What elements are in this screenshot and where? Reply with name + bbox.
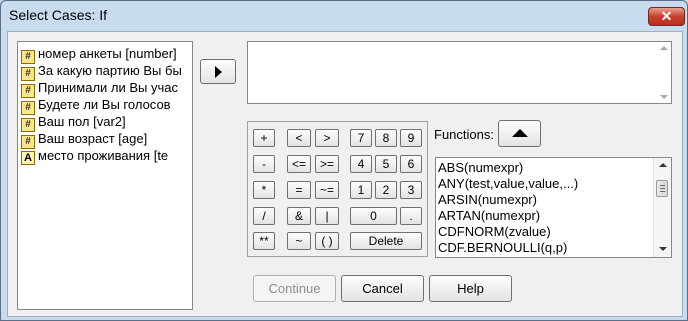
scroll-down-icon[interactable] [660, 95, 668, 99]
numeric-var-icon: # [21, 135, 35, 149]
key-not[interactable]: ~ [287, 232, 311, 250]
variable-item[interactable]: # Ваш пол [var2] [21, 114, 126, 132]
key-3[interactable]: 3 [400, 181, 422, 199]
numeric-var-icon: # [21, 50, 35, 64]
variable-item[interactable]: # За какую партию Вы бы [21, 63, 182, 81]
key-6[interactable]: 6 [400, 155, 422, 173]
variable-label: Будете ли Вы голосов [38, 97, 171, 112]
close-button[interactable]: ✕ [648, 7, 685, 26]
key-plus[interactable]: + [253, 129, 275, 147]
key-power[interactable]: ** [253, 232, 275, 250]
key-decimal[interactable]: . [400, 207, 422, 225]
grip-icon [660, 185, 665, 186]
key-or[interactable]: | [315, 207, 339, 225]
functions-label: Functions: [434, 127, 494, 142]
functions-scrollbar[interactable] [653, 158, 671, 257]
continue-button[interactable]: Continue [253, 275, 336, 302]
key-less-equal[interactable]: <= [287, 155, 311, 173]
dialog-body: # номер анкеты [number] # За какую партию … [7, 31, 683, 317]
help-button[interactable]: Help [429, 275, 512, 302]
grip-icon [660, 191, 665, 192]
select-cases-dialog: Select Cases: If ✕ # номер анкеты [number… [0, 0, 688, 321]
variable-label: Ваш возраст [age] [38, 131, 148, 146]
right-arrow-icon [214, 66, 222, 78]
numeric-var-icon: # [21, 84, 35, 98]
variable-item[interactable]: # Ваш возраст [age] [21, 131, 148, 149]
key-2[interactable]: 2 [375, 181, 397, 199]
move-variable-button[interactable] [200, 59, 236, 84]
list-item[interactable]: CDF.BERNOULLI(q,p) [438, 240, 567, 256]
variable-list[interactable]: # номер анкеты [number] # За какую партию … [17, 41, 193, 310]
list-item[interactable]: CDFNORM(zvalue) [438, 224, 551, 240]
title-bar[interactable]: Select Cases: If ✕ [1, 1, 687, 31]
key-7[interactable]: 7 [350, 129, 372, 147]
key-9[interactable]: 9 [400, 129, 422, 147]
list-item[interactable]: ARTAN(numexpr) [438, 208, 540, 224]
variable-label: номер анкеты [number] [38, 46, 177, 61]
numeric-var-icon: # [21, 118, 35, 132]
key-delete[interactable]: Delete [350, 232, 422, 250]
scroll-up-icon[interactable] [659, 163, 667, 167]
cancel-button[interactable]: Cancel [341, 275, 424, 302]
scroll-down-icon[interactable] [659, 247, 667, 251]
key-equal[interactable]: = [287, 181, 311, 199]
key-greater-than[interactable]: > [315, 129, 339, 147]
key-8[interactable]: 8 [375, 129, 397, 147]
key-not-equal[interactable]: ~= [315, 181, 339, 199]
grip-icon [660, 188, 665, 189]
key-0[interactable]: 0 [350, 207, 397, 225]
condition-expression-field[interactable] [247, 41, 672, 104]
calculator-keypad: + < > 7 8 9 - <= >= 4 5 6 * = ~= 1 2 3 /… [247, 121, 428, 257]
expression-scrollbar[interactable] [655, 42, 671, 103]
key-4[interactable]: 4 [350, 155, 372, 173]
variable-label: Ваш пол [var2] [38, 114, 126, 129]
up-arrow-icon [511, 129, 528, 137]
key-and[interactable]: & [287, 207, 311, 225]
scroll-up-icon[interactable] [660, 46, 668, 50]
window-title: Select Cases: If [9, 7, 108, 23]
variable-item[interactable]: Aместо проживания [te [21, 148, 169, 165]
numeric-var-icon: # [21, 101, 35, 115]
key-parentheses[interactable]: ( ) [315, 232, 339, 250]
variable-label: За какую партию Вы бы [38, 63, 182, 78]
paste-function-button[interactable] [498, 120, 541, 147]
key-divide[interactable]: / [253, 207, 275, 225]
variable-label: место проживания [te [38, 148, 169, 163]
list-item[interactable]: ANY(test,value,value,...) [438, 176, 578, 192]
list-item[interactable]: ABS(numexpr) [438, 160, 523, 176]
key-minus[interactable]: - [253, 155, 275, 173]
variable-item[interactable]: # номер анкеты [number] [21, 46, 177, 64]
key-5[interactable]: 5 [375, 155, 397, 173]
variable-label: Принимали ли Вы учас [38, 80, 178, 95]
list-item[interactable]: ARSIN(numexpr) [438, 192, 537, 208]
variable-item[interactable]: # Принимали ли Вы учас [21, 80, 178, 98]
string-var-icon: A [21, 151, 35, 165]
key-greater-equal[interactable]: >= [315, 155, 339, 173]
numeric-var-icon: # [21, 67, 35, 81]
functions-list[interactable]: ABS(numexpr) ANY(test,value,value,...) A… [435, 157, 672, 258]
variable-item[interactable]: # Будете ли Вы голосов [21, 97, 171, 115]
scroll-thumb[interactable] [656, 180, 668, 197]
key-less-than[interactable]: < [287, 129, 311, 147]
key-1[interactable]: 1 [350, 181, 372, 199]
key-multiply[interactable]: * [253, 181, 275, 199]
